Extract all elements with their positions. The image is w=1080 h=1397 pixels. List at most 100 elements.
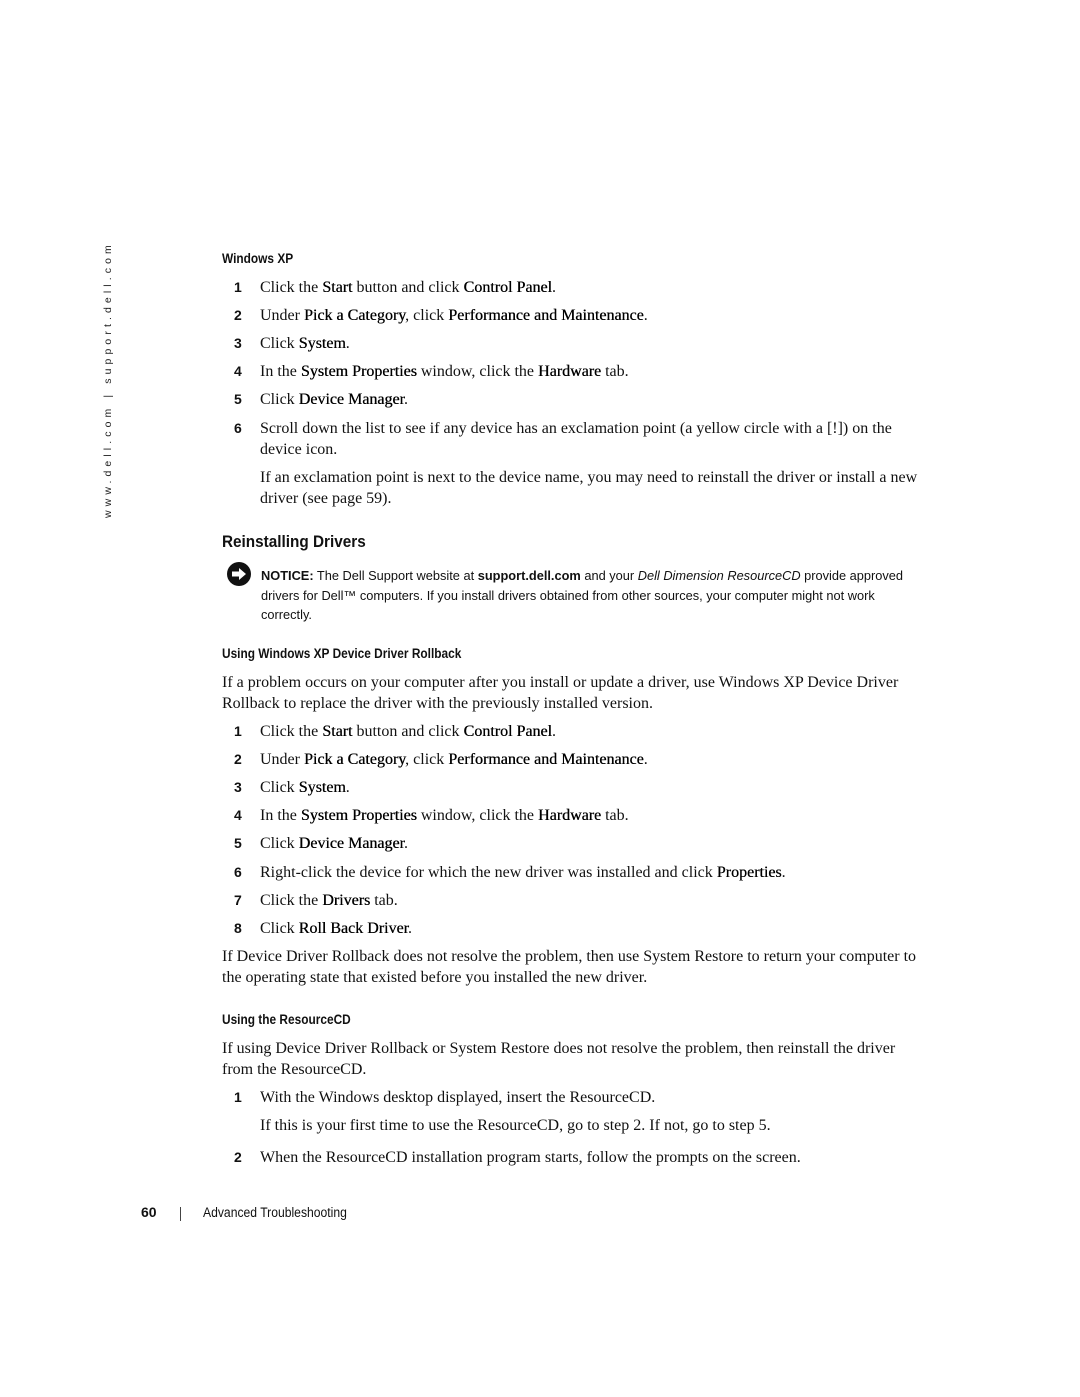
step-text-part: Click the xyxy=(260,723,323,740)
step-text-part: Click xyxy=(260,779,299,796)
step-number: 1 xyxy=(234,723,242,739)
step-number: 6 xyxy=(234,864,242,880)
rollback-heading: Using Windows XP Device Driver Rollback xyxy=(222,646,462,661)
support-link[interactable]: support.dell.com xyxy=(478,568,581,583)
ui-term: Start xyxy=(322,723,353,740)
ui-term: Start xyxy=(322,279,353,296)
step-text-part: . xyxy=(643,751,648,768)
step-text-part: tab. xyxy=(370,892,398,909)
step-number: 1 xyxy=(234,1089,242,1105)
ui-term: Hardware xyxy=(538,807,602,824)
step-text-part: window, click the xyxy=(416,363,539,380)
notice-arrow-icon xyxy=(227,562,251,586)
notice-text-2: and your xyxy=(580,568,638,583)
step-number: 5 xyxy=(234,391,242,407)
step-text-part: . xyxy=(403,835,408,852)
rollback-outro: If Device Driver Rollback does not resol… xyxy=(222,948,917,986)
xp-step6-followup: If an exclamation point is next to the d… xyxy=(260,469,918,507)
rollback-intro: If a problem occurs on your computer aft… xyxy=(222,674,899,712)
step-number: 3 xyxy=(234,779,242,795)
step-text-part: Under xyxy=(260,307,304,324)
ui-term: Performance and Maintenance xyxy=(448,307,644,324)
notice-label: NOTICE: xyxy=(261,568,314,583)
step-number: 6 xyxy=(234,420,242,436)
step-text: When the ResourceCD installation program… xyxy=(260,1147,930,1168)
step-text: Click the Drivers tab. xyxy=(260,890,930,911)
step-text-part: Scroll down the list to see if any devic… xyxy=(260,420,892,458)
ui-term: System xyxy=(298,335,346,352)
step-text: Click Roll Back Driver. xyxy=(260,918,930,939)
resourcecd-heading: Using the ResourceCD xyxy=(222,1012,351,1027)
step-text: In the System Properties window, click t… xyxy=(260,361,930,382)
step-text: Click Device Manager. xyxy=(260,833,930,854)
step-text: Under Pick a Category, click Performance… xyxy=(260,749,930,770)
ui-term: Performance and Maintenance xyxy=(448,751,644,768)
step-text-part: button and click xyxy=(352,279,464,296)
ui-term: System Properties xyxy=(300,807,417,824)
step-text-part: In the xyxy=(260,807,301,824)
step-text-part: Under xyxy=(260,751,304,768)
step-text-part: . xyxy=(345,335,350,352)
step-text-part: Click the xyxy=(260,279,323,296)
step-text-part: . xyxy=(403,391,408,408)
page-number: 60 xyxy=(141,1204,157,1220)
ui-term: Properties xyxy=(716,864,782,881)
step-number: 8 xyxy=(234,920,242,936)
step-text-part: With the Windows desktop displayed, inse… xyxy=(260,1089,656,1106)
step-text-part: . xyxy=(551,279,556,296)
ui-term: Pick a Category xyxy=(303,307,406,324)
ui-term: Device Manager xyxy=(298,391,404,408)
ui-term: Control Panel xyxy=(463,723,552,740)
windows-xp-heading: Windows XP xyxy=(222,251,294,266)
step-text-part: . xyxy=(643,307,648,324)
step-text: Click the Start button and click Control… xyxy=(260,721,930,742)
step-text: Click Device Manager. xyxy=(260,389,930,410)
step-text: Click the Start button and click Control… xyxy=(260,277,930,298)
step-text: Under Pick a Category, click Performance… xyxy=(260,305,930,326)
step-text-part: Click xyxy=(260,920,299,937)
ui-term: Drivers xyxy=(322,892,371,909)
step-text-part: Click xyxy=(260,835,299,852)
step-text-part: In the xyxy=(260,363,301,380)
resourcecd-name: Dell Dimension ResourceCD xyxy=(637,568,801,583)
step-text-part: Click xyxy=(260,335,299,352)
footer-divider xyxy=(180,1207,181,1221)
footer-section-title: Advanced Troubleshooting xyxy=(203,1205,347,1220)
step-text-part: window, click the xyxy=(416,807,539,824)
step-text-part: Right-click the device for which the new… xyxy=(260,864,717,881)
step-number: 5 xyxy=(234,835,242,851)
step-text-part: . xyxy=(551,723,556,740)
ui-term: Hardware xyxy=(538,363,602,380)
step-number: 1 xyxy=(234,279,242,295)
ui-term: Control Panel xyxy=(463,279,552,296)
step-text-part: , click xyxy=(405,751,449,768)
ui-term: System Properties xyxy=(300,363,417,380)
step-text-part: . xyxy=(345,779,350,796)
step-number: 3 xyxy=(234,335,242,351)
step-number: 4 xyxy=(234,363,242,379)
step-number: 2 xyxy=(234,751,242,767)
step-text-part: tab. xyxy=(601,807,629,824)
step-text: Right-click the device for which the new… xyxy=(260,862,930,883)
step-text-part: . xyxy=(781,864,786,881)
step-text-part: . xyxy=(407,920,412,937)
step-text-part: When the ResourceCD installation program… xyxy=(260,1149,801,1166)
step-text-part: Click the xyxy=(260,892,323,909)
step-text: In the System Properties window, click t… xyxy=(260,805,930,826)
step-text-part: , click xyxy=(405,307,449,324)
side-url: www.dell.com | support.dell.com xyxy=(102,241,114,518)
step-text: Click System. xyxy=(260,777,930,798)
step-text-part: Click xyxy=(260,391,299,408)
ui-term: System xyxy=(298,779,346,796)
step-number: 2 xyxy=(234,307,242,323)
step-text-part: button and click xyxy=(352,723,464,740)
step-text-part: tab. xyxy=(601,363,629,380)
resourcecd-intro: If using Device Driver Rollback or Syste… xyxy=(222,1040,896,1078)
ui-term: Device Manager xyxy=(298,835,404,852)
resourcecd-step1-followup: If this is your first time to use the Re… xyxy=(260,1117,771,1134)
notice-text: NOTICE: The Dell Support website at supp… xyxy=(261,566,925,625)
step-text: Scroll down the list to see if any devic… xyxy=(260,418,930,460)
ui-term: Pick a Category xyxy=(303,751,406,768)
step-number: 2 xyxy=(234,1149,242,1165)
step-number: 4 xyxy=(234,807,242,823)
